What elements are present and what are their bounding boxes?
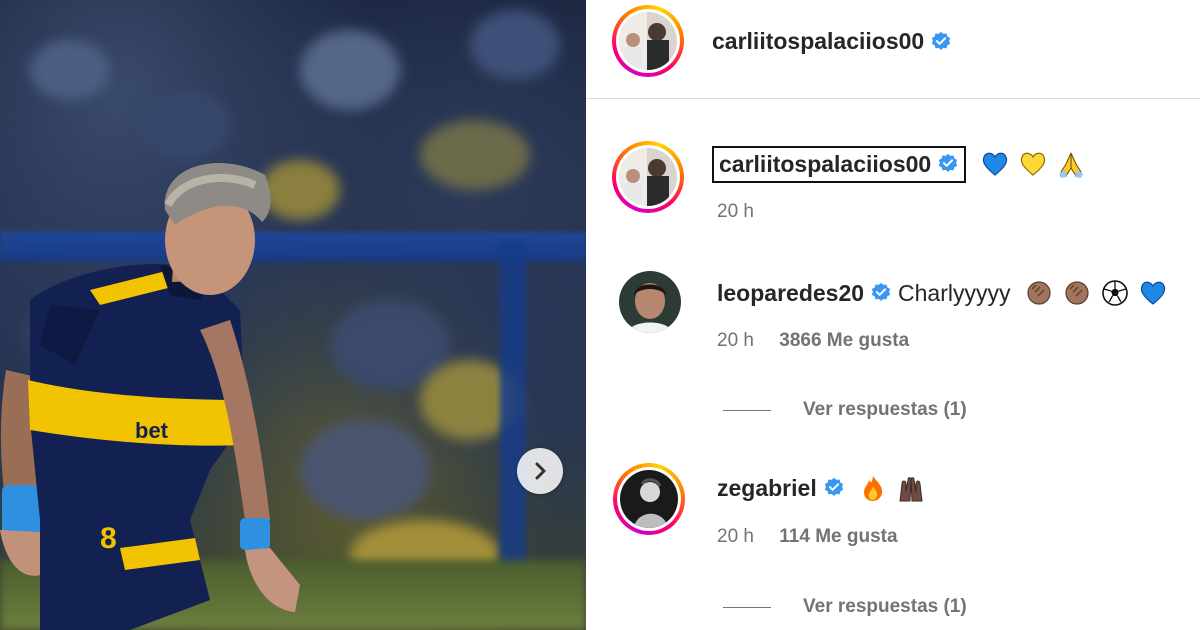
post-header: carliitospalaciios00 bbox=[586, 0, 1200, 99]
avatar-photo bbox=[619, 12, 677, 70]
comment-time[interactable]: 20 h bbox=[717, 526, 754, 547]
comment-avatar[interactable] bbox=[619, 271, 681, 333]
player-illustration: bet 8 bbox=[0, 162, 300, 630]
caption-username[interactable]: carliitospalaciios00 bbox=[711, 145, 967, 183]
comment-likes[interactable]: 3866 Me gusta bbox=[779, 330, 909, 351]
soccer-ball-icon bbox=[1101, 280, 1128, 306]
avatar-photo bbox=[620, 470, 678, 528]
fire-icon bbox=[863, 476, 882, 501]
view-replies-label[interactable]: Ver respuestas (1) bbox=[803, 399, 967, 421]
comment-text: Charlyyyyy bbox=[898, 279, 1011, 306]
avatar-photo bbox=[619, 271, 681, 333]
author-avatar[interactable] bbox=[612, 5, 684, 77]
author-username-text[interactable]: carliitospalaciios00 bbox=[712, 28, 924, 55]
caption-meta: 20 h bbox=[717, 201, 754, 223]
blue-heart-icon bbox=[1140, 281, 1165, 305]
author-username[interactable]: carliitospalaciios00 bbox=[712, 28, 952, 55]
svg-text:8: 8 bbox=[100, 522, 117, 555]
replies-divider bbox=[723, 606, 771, 608]
view-replies-button[interactable]: Ver respuestas (1) bbox=[723, 596, 967, 618]
avatar-photo bbox=[619, 148, 677, 206]
caption-time[interactable]: 20 h bbox=[717, 201, 754, 222]
comment-meta: 20 h 3866 Me gusta bbox=[717, 330, 909, 352]
view-replies-label[interactable]: Ver respuestas (1) bbox=[803, 596, 967, 618]
clapping-hands-icon bbox=[1064, 281, 1089, 305]
caption-username-text[interactable]: carliitospalaciios00 bbox=[719, 151, 931, 178]
replies-divider bbox=[723, 409, 771, 411]
comment-likes[interactable]: 114 Me gusta bbox=[779, 526, 897, 547]
comments-panel: carliitospalaciios00 carliitospalaciios0… bbox=[586, 0, 1200, 630]
next-image-button[interactable] bbox=[517, 448, 563, 494]
comment-meta: 20 h 114 Me gusta bbox=[717, 526, 898, 548]
comment-avatar[interactable] bbox=[613, 463, 685, 535]
chevron-right-icon bbox=[535, 462, 546, 480]
yellow-heart-icon bbox=[1021, 152, 1046, 176]
folded-hands-icon bbox=[1059, 152, 1084, 178]
view-replies-button[interactable]: Ver respuestas (1) bbox=[723, 399, 967, 421]
comment-username[interactable]: zegabriel bbox=[717, 475, 817, 502]
post-photo[interactable]: bet 8 bbox=[0, 0, 586, 630]
svg-text:bet: bet bbox=[135, 418, 169, 443]
raised-hands-icon bbox=[899, 477, 923, 502]
blue-heart-icon bbox=[983, 152, 1008, 176]
clapping-hands-icon bbox=[1026, 281, 1051, 305]
comment-time[interactable]: 20 h bbox=[717, 330, 754, 351]
verified-badge-icon bbox=[932, 31, 951, 50]
caption-row: carliitospalaciios00 bbox=[711, 145, 1085, 183]
verified-badge-icon bbox=[824, 477, 843, 496]
comment-username[interactable]: leoparedes20 bbox=[717, 280, 864, 307]
verified-badge-icon bbox=[939, 153, 958, 172]
comment-row: leoparedes20 Charlyyyyy bbox=[717, 279, 1167, 307]
comment-row: zegabriel bbox=[717, 474, 925, 502]
caption-avatar[interactable] bbox=[612, 141, 684, 213]
verified-badge-icon bbox=[871, 282, 891, 301]
